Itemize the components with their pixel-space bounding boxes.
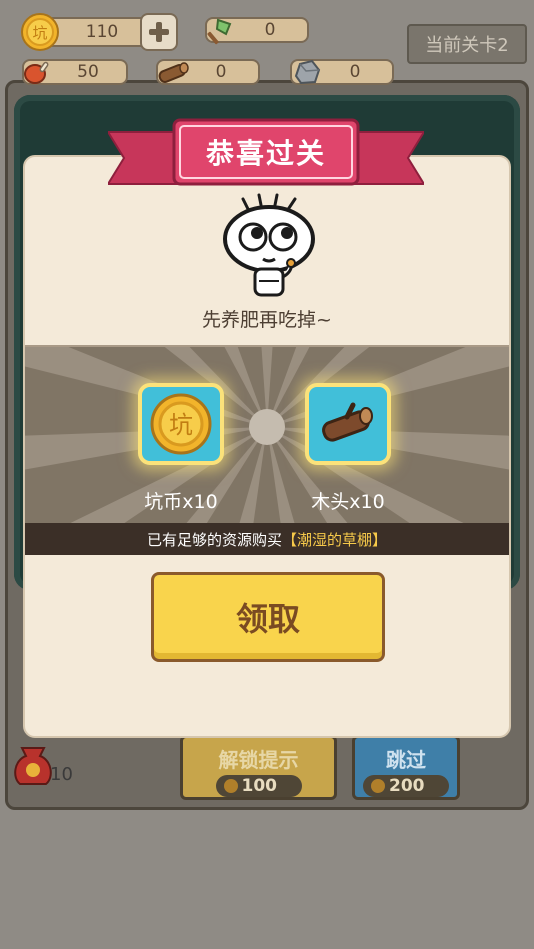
skip-cost: 200 — [363, 775, 449, 797]
wood-log-icon — [322, 402, 373, 442]
axe-icon — [203, 15, 237, 47]
svg-text:坑: 坑 — [32, 24, 47, 42]
coin-count: 110 — [85, 22, 119, 42]
wood-count: 0 — [215, 62, 227, 82]
reward-coin-box: 坑 — [138, 383, 224, 465]
skip-button[interactable]: 跳过 200 — [352, 735, 460, 800]
notice-item-name[interactable]: 【潮湿的草棚】 — [282, 529, 387, 550]
stone-count: 0 — [349, 62, 361, 82]
coin-icon — [371, 779, 385, 793]
reward-wood-label: 木头x10 — [311, 491, 385, 513]
svg-text:坑: 坑 — [169, 411, 193, 439]
modal-title: 恭喜过关 — [205, 137, 326, 170]
meat-icon — [22, 57, 54, 87]
title-ribbon: 恭喜过关 — [106, 118, 426, 196]
modal-subtitle: 先养肥再吃掉~ — [202, 309, 332, 331]
coin-icon — [223, 779, 238, 793]
current-level-tag: 当前关卡2 — [407, 24, 527, 64]
skip-label: 跳过 — [386, 748, 426, 772]
claim-button[interactable]: 领取 — [151, 572, 385, 662]
add-coin-button[interactable] — [140, 13, 178, 51]
stone-icon — [290, 57, 324, 87]
coin-icon: 坑 — [20, 12, 60, 52]
coin-bag-count: 10 — [50, 764, 73, 785]
notice-text: 已有足够的资源购买 — [146, 530, 282, 549]
reward-panel: 坑 坑币x10 木头x10 已有足够的资源购买 【潮湿的草棚】 — [25, 345, 509, 555]
wood-log-icon — [154, 57, 192, 87]
axe-count: 0 — [264, 20, 276, 40]
meat-count: 50 — [77, 62, 99, 82]
plus-icon — [149, 22, 169, 42]
unlock-hint-button[interactable]: 解锁提示 100 — [180, 735, 337, 800]
character-illustration — [219, 193, 319, 301]
purchase-notice: 已有足够的资源购买 【潮湿的草棚】 — [25, 523, 509, 555]
unlock-hint-cost: 100 — [215, 775, 302, 797]
coin-icon: 坑 — [150, 393, 212, 455]
level-complete-modal: 先养肥再吃掉~ 坑 坑币x10 木头x10 已有足够的资源购买 【潮湿的草棚】 … — [23, 155, 511, 738]
reward-coin-label: 坑币x10 — [144, 491, 218, 513]
unlock-hint-label: 解锁提示 — [218, 748, 299, 772]
reward-wood-box — [305, 383, 391, 465]
